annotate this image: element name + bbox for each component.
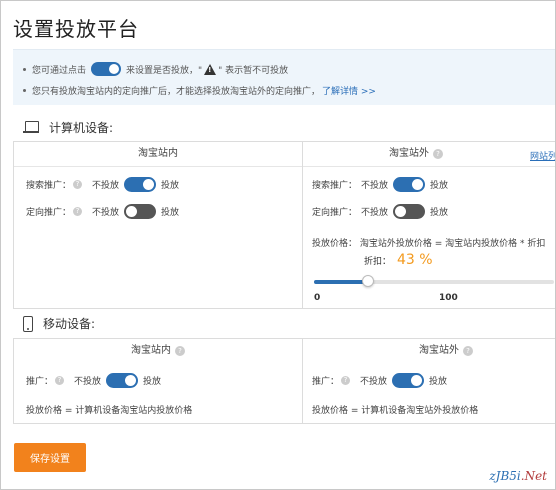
discount-display: 折扣： 43 % (364, 252, 433, 268)
mobile-right-header: 淘宝站外 ? (303, 339, 555, 363)
off-label: 不投放 (361, 181, 389, 191)
column-divider (302, 339, 303, 423)
notice-line2-text: 您只有投放淘宝站内的定向推广后，才能选择投放淘宝站外的定向推广， (32, 87, 321, 97)
pc-right-target-toggle[interactable] (393, 204, 426, 219)
pc-left-target-row: 定向推广： ? 不投放 投放 (26, 204, 179, 219)
header-divider (14, 166, 555, 167)
slider-thumb[interactable] (361, 275, 374, 287)
warning-icon (204, 63, 217, 75)
on-label: 投放 (429, 377, 448, 387)
target-promo-label: 定向推广： (26, 208, 72, 218)
notice-line1-middle: 来设置是否投放，" (126, 65, 203, 76)
off-label: 不投放 (92, 208, 120, 218)
discount-slider[interactable] (314, 275, 554, 287)
pc-right-header-label: 淘宝站外 (389, 148, 429, 159)
watermark-part1: zJB5i (489, 469, 521, 483)
help-icon[interactable]: ? (73, 180, 83, 189)
target-promo-label: 定向推广： (312, 208, 358, 218)
watermark: zJB5i.Net (489, 469, 547, 483)
mobile-right-promo-toggle[interactable] (392, 373, 425, 388)
discount-value: 43 % (397, 252, 433, 268)
watermark-part2: .Net (520, 469, 547, 483)
mobile-left-price: 投放价格 = 计算机设备淘宝站内投放价格 (26, 403, 192, 416)
mobile-right-header-label: 淘宝站外 (419, 345, 459, 356)
mobile-left-promo-toggle[interactable] (106, 373, 139, 388)
mobile-left-header: 淘宝站内 ? (14, 339, 302, 363)
price-formula-text: 投放价格 = 计算机设备淘宝站外投放价格 (312, 406, 479, 416)
pc-price-formula: 投放价格： 淘宝站外投放价格 = 淘宝站内投放价格 * 折扣 (312, 236, 545, 249)
help-icon[interactable]: ? (175, 346, 185, 356)
pc-right-target-row: 定向推广： 不投放 投放 (312, 204, 448, 219)
mobile-right-promo-row: 推广： ? 不投放 投放 (312, 373, 447, 388)
pc-right-search-row: 搜索推广： 不投放 投放 (312, 177, 448, 192)
page-frame: 设置投放平台 您可通过点击 来设置是否投放，" " 表示暂不可投放 您只有投放淘… (0, 0, 556, 490)
off-label: 不投放 (92, 181, 120, 191)
learn-more-link[interactable]: 了解详情 >> (322, 84, 376, 97)
pc-section-title: 计算机设备: (23, 119, 113, 136)
discount-label: 折扣： (364, 257, 392, 267)
slider-max-label: 100 (439, 293, 458, 303)
notice-line1-prefix: 您可通过点击 (32, 65, 87, 76)
toggle-knob (143, 179, 155, 190)
search-promo-label: 搜索推广： (26, 181, 72, 191)
pc-left-search-toggle[interactable] (124, 177, 157, 192)
column-divider (302, 142, 303, 308)
bullet-icon (23, 89, 26, 92)
slider-fill (314, 280, 368, 284)
on-label: 投放 (161, 208, 180, 218)
pc-right-search-toggle[interactable] (393, 177, 426, 192)
help-icon[interactable]: ? (341, 376, 351, 385)
on-label: 投放 (430, 208, 449, 218)
help-icon[interactable]: ? (463, 346, 473, 356)
off-label: 不投放 (74, 377, 102, 387)
mobile-section-title: 移动设备: (23, 315, 95, 332)
pc-left-header: 淘宝站内 (14, 142, 302, 166)
notice-line-1: 您可通过点击 来设置是否投放，" " 表示暂不可投放 (23, 62, 288, 76)
toggle-knob (125, 375, 137, 386)
toggle-knob (395, 206, 407, 217)
search-promo-label: 搜索推广： (312, 181, 358, 191)
price-formula-text: 投放价格 = 计算机设备淘宝站内投放价格 (26, 406, 193, 416)
notice-line-2: 您只有投放淘宝站内的定向推广后，才能选择投放淘宝站外的定向推广， 了解详情 >> (23, 84, 376, 97)
bullet-icon (23, 67, 26, 71)
promo-label: 推广： (312, 377, 340, 387)
sample-toggle-icon (91, 62, 122, 76)
laptop-icon (23, 120, 39, 135)
page-title: 设置投放平台 (13, 17, 139, 41)
notice-box: 您可通过点击 来设置是否投放，" " 表示暂不可投放 您只有投放淘宝站内的定向推… (13, 49, 555, 105)
on-label: 投放 (143, 377, 162, 387)
off-label: 不投放 (360, 377, 388, 387)
mobile-left-promo-row: 推广： ? 不投放 投放 (26, 373, 161, 388)
pc-panel: 淘宝站内 淘宝站外 ? 网站列 搜索推广： ? 不投放 投放 定向推广： ? 不… (13, 141, 555, 309)
pc-left-header-label: 淘宝站内 (138, 148, 178, 159)
pc-left-target-toggle[interactable] (124, 204, 157, 219)
off-label: 不投放 (361, 208, 389, 218)
save-settings-button[interactable]: 保存设置 (14, 443, 86, 472)
mobile-section-label: 移动设备: (43, 317, 96, 331)
help-icon[interactable]: ? (433, 149, 443, 159)
pc-left-search-row: 搜索推广： ? 不投放 投放 (26, 177, 179, 192)
mobile-phone-icon (23, 315, 33, 332)
pc-section-label: 计算机设备: (49, 121, 114, 135)
help-icon[interactable]: ? (55, 376, 65, 385)
toggle-knob (412, 179, 424, 190)
slider-min-label: 0 (314, 293, 321, 303)
on-label: 投放 (161, 181, 180, 191)
mobile-right-price: 投放价格 = 计算机设备淘宝站外投放价格 (312, 403, 478, 416)
on-label: 投放 (430, 181, 449, 191)
toggle-knob (411, 375, 423, 386)
site-list-link[interactable]: 网站列 (530, 149, 555, 162)
mobile-left-header-label: 淘宝站内 (131, 345, 171, 356)
help-icon[interactable]: ? (73, 207, 83, 216)
promo-label: 推广： (26, 377, 54, 387)
toggle-knob (126, 206, 138, 217)
price-formula-text: 投放价格： 淘宝站外投放价格 = 淘宝站内投放价格 * 折扣 (312, 239, 546, 249)
mobile-panel: 淘宝站内 ? 淘宝站外 ? 推广： ? 不投放 投放 投放价格 = 计算机设备淘… (13, 338, 555, 424)
pc-right-header: 淘宝站外 ? (303, 142, 555, 166)
notice-line1-suffix: " 表示暂不可投放 (218, 65, 289, 76)
